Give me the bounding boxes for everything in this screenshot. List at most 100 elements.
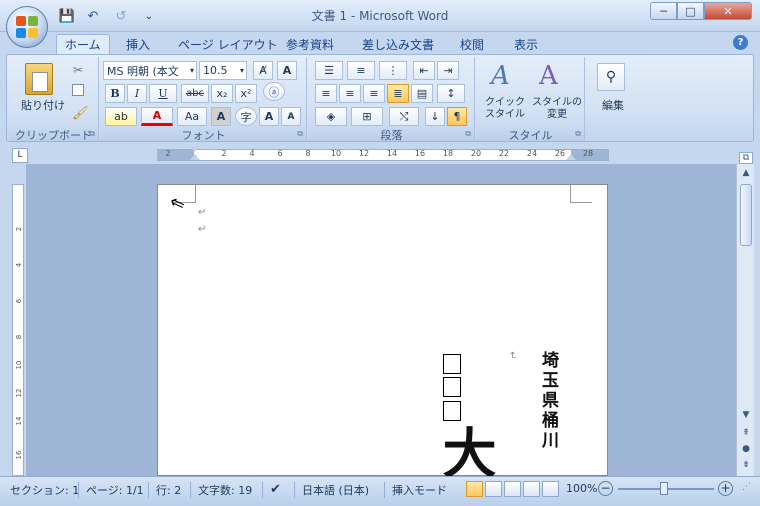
zoom-in-icon[interactable]: +	[718, 481, 733, 496]
italic-button[interactable]: I	[127, 84, 147, 103]
tab-selector-icon[interactable]: L	[12, 148, 28, 163]
tab-references[interactable]: 参考資料	[278, 34, 342, 54]
quick-styles-button[interactable]: クイック スタイル	[479, 97, 531, 121]
font-name-select[interactable]: MS 明朝 (本文 ▾	[103, 61, 197, 80]
numbering-icon[interactable]: ≡	[347, 61, 375, 80]
shrink-font-button[interactable]: A	[281, 107, 301, 126]
subscript-button[interactable]: x₂	[211, 84, 233, 103]
show-marks-icon[interactable]: ¶	[447, 107, 467, 126]
bullets-icon[interactable]: ☰	[315, 61, 343, 80]
copy-icon[interactable]	[72, 84, 84, 96]
superscript-button[interactable]: x²	[235, 84, 257, 103]
format-painter-icon[interactable]: 🖌	[72, 106, 89, 121]
ruler-tick: 6	[15, 298, 23, 304]
print-layout-view-icon[interactable]	[466, 481, 483, 497]
redo-icon[interactable]: ↺	[112, 7, 130, 25]
status-language[interactable]: 日本語 (日本)	[302, 482, 369, 498]
dialog-launcher-icon[interactable]: ⧉	[297, 129, 303, 139]
quick-styles-icon[interactable]: A	[491, 61, 510, 91]
ruler-tick: 14	[386, 149, 398, 158]
change-styles-icon[interactable]: A	[539, 61, 558, 91]
status-line[interactable]: 行: 2	[156, 482, 181, 498]
document-page[interactable]: ⇖ ↵ ↵ ↵ 埼玉県桶川 大	[157, 184, 608, 479]
zoom-out-icon[interactable]: −	[598, 481, 613, 496]
grow-font-button[interactable]: A	[259, 107, 279, 126]
increase-indent-icon[interactable]: ⇥	[437, 61, 459, 80]
maximize-button[interactable]: □	[677, 2, 704, 20]
change-case-button[interactable]: Aa	[177, 107, 207, 126]
editing-button[interactable]: 編集	[587, 97, 639, 113]
tab-view[interactable]: 表示	[506, 34, 546, 54]
shading-icon[interactable]: ◈	[315, 107, 347, 126]
full-screen-view-icon[interactable]	[485, 481, 502, 497]
next-page-icon[interactable]: ⇟	[739, 460, 753, 470]
draft-view-icon[interactable]	[542, 481, 559, 497]
change-case-icon[interactable]: ⓐ	[263, 82, 285, 101]
select-browse-object-icon[interactable]: ●	[739, 444, 753, 454]
distribute-icon[interactable]: ▤	[411, 84, 433, 103]
font-size-select[interactable]: 10.5 ▾	[199, 61, 247, 80]
scroll-thumb[interactable]	[740, 184, 752, 246]
decrease-indent-icon[interactable]: ⇤	[413, 61, 435, 80]
highlight-icon[interactable]: ab	[105, 107, 137, 126]
office-button[interactable]	[6, 6, 48, 48]
tab-insert[interactable]: 挿入	[118, 34, 158, 54]
character-shading-icon[interactable]: A	[277, 61, 297, 80]
line-spacing-icon[interactable]: ↕	[437, 84, 465, 103]
font-color-icon[interactable]: A	[141, 107, 173, 126]
text-direction-icon[interactable]: ⤭	[389, 107, 419, 126]
previous-page-icon[interactable]: ⇞	[739, 428, 753, 438]
status-insert-mode[interactable]: 挿入モード	[392, 482, 447, 498]
outline-view-icon[interactable]	[523, 481, 540, 497]
status-section[interactable]: セクション: 1	[10, 482, 79, 498]
tab-page-layout[interactable]: ページ レイアウト	[170, 34, 286, 54]
enclose-chars-button[interactable]: 字	[235, 107, 257, 126]
align-right-icon[interactable]: ≡	[363, 84, 385, 103]
underline-button[interactable]: U	[149, 84, 177, 103]
cut-icon[interactable]: ✂	[73, 63, 83, 77]
address-text[interactable]: 埼玉県桶川	[536, 351, 561, 451]
save-icon[interactable]: 💾	[58, 7, 76, 25]
dialog-launcher-icon[interactable]: ⧉	[575, 129, 581, 139]
recipient-name-text[interactable]: 大	[426, 425, 505, 479]
align-left-icon[interactable]: ≡	[315, 84, 337, 103]
bold-button[interactable]: B	[105, 84, 125, 103]
clear-format-icon[interactable]: Ⱥ	[253, 61, 273, 80]
scroll-up-icon[interactable]: ▲	[739, 168, 753, 178]
status-word-count[interactable]: 文字数: 19	[198, 482, 252, 498]
borders-icon[interactable]: ⊞	[351, 107, 383, 126]
status-separator	[190, 482, 191, 498]
proofing-icon[interactable]: ✔	[270, 482, 281, 497]
tab-home[interactable]: ホーム	[56, 34, 110, 54]
web-layout-view-icon[interactable]	[504, 481, 521, 497]
close-button[interactable]: ✕	[704, 2, 752, 20]
dialog-launcher-icon[interactable]: ⧉	[465, 129, 471, 139]
qat-customize-icon[interactable]: ⌄	[142, 7, 156, 25]
binoculars-icon[interactable]: ⚲	[597, 63, 625, 91]
strikethrough-button[interactable]: abc	[181, 84, 209, 103]
scroll-down-icon[interactable]: ▼	[739, 410, 753, 420]
change-styles-button[interactable]: スタイルの 変更	[531, 97, 583, 121]
paste-icon[interactable]	[25, 63, 53, 95]
minimize-button[interactable]: ─	[650, 2, 677, 20]
justify-icon[interactable]: ≣	[387, 84, 409, 103]
resize-grip-icon[interactable]: ⋰	[742, 482, 751, 492]
ruler-toggle-icon[interactable]: ⧉	[739, 152, 753, 164]
paste-button[interactable]: 貼り付け	[15, 97, 71, 113]
vertical-ruler[interactable]: 2 4 6 8 10 12 14 16	[12, 184, 24, 476]
tab-review[interactable]: 校閲	[452, 34, 492, 54]
align-center-icon[interactable]: ≡	[339, 84, 361, 103]
zoom-slider-thumb[interactable]	[660, 482, 668, 495]
sort-icon[interactable]: ↓	[425, 107, 445, 126]
undo-icon[interactable]: ↶	[82, 7, 104, 25]
tab-mailings[interactable]: 差し込み文書	[354, 34, 442, 54]
vertical-scrollbar[interactable]: ⧉ ▲ ▼ ⇞ ● ⇟	[736, 152, 754, 476]
multilevel-list-icon[interactable]: ⋮	[379, 61, 407, 80]
status-separator	[148, 482, 149, 498]
zoom-level[interactable]: 100%	[566, 482, 597, 495]
status-page[interactable]: ページ: 1/1	[86, 482, 144, 498]
dialog-launcher-icon[interactable]: ⧉	[89, 129, 95, 139]
char-border-button[interactable]: A	[211, 107, 231, 126]
help-icon[interactable]: ?	[733, 35, 748, 50]
ruler-ticks: 2 2 4 6 8 10 12 14 16 18 20 22 24 26 28	[157, 149, 609, 161]
